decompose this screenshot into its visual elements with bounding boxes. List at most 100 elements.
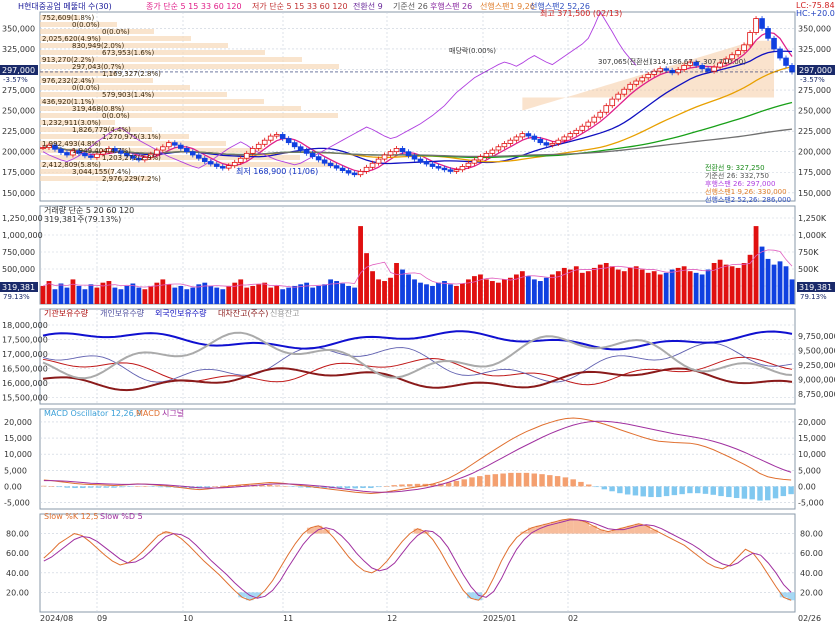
price-ytick-left: 325,000: [2, 45, 35, 54]
volume-bar: [166, 284, 172, 304]
candle: [651, 70, 657, 75]
chart-canvas[interactable]: H현대중공업 메뚤대 수(30) 종가 단순 5 15 33 60 120 저가…: [0, 0, 835, 623]
candle: [507, 139, 514, 144]
volume-bar: [124, 285, 130, 304]
volume-bar: [388, 277, 393, 304]
macd-osc-bar: [702, 486, 709, 494]
macd-osc-bar: [399, 484, 405, 487]
macd-osc-bar: [461, 479, 467, 487]
volume-bar: [436, 282, 441, 304]
candle: [357, 171, 364, 176]
volume-ytick-right: 1,000K: [798, 231, 827, 240]
macd-osc-bar: [679, 486, 685, 495]
volume-bar: [94, 287, 100, 304]
macd-osc-bar: [718, 486, 724, 497]
candle: [465, 162, 472, 167]
flow-ytick-right: 9,500,000: [798, 347, 835, 356]
flow-frame: [39, 308, 796, 405]
volume-bar: [549, 274, 555, 304]
candle: [525, 133, 532, 137]
price-ytick-right: 200,000: [798, 148, 831, 157]
ichimoku-value-label: 선행스팬2 52,26: 286,000: [705, 195, 791, 204]
volume-bar: [633, 266, 639, 304]
candle: [759, 18, 765, 29]
conversion-value-label: 307,065(전환선): [598, 57, 652, 66]
candle: [567, 133, 574, 138]
macd-osc-bar: [749, 486, 755, 500]
macd-ytick-right: 20,000: [798, 418, 826, 427]
volume-bar: [591, 267, 597, 304]
supply-level-label: 0(0.0%): [72, 21, 100, 29]
volume-bar: [783, 266, 789, 304]
candle: [297, 146, 304, 151]
macd-osc-bar: [780, 486, 787, 497]
volume-bar: [58, 283, 64, 304]
volume-bar: [579, 272, 585, 304]
volume-bar: [130, 283, 136, 304]
volume-bar: [142, 289, 148, 304]
candle: [363, 166, 370, 172]
candle: [279, 134, 286, 139]
volume-bar: [687, 271, 693, 304]
candle: [285, 138, 292, 144]
macd-legend-macd: MACD: [136, 409, 160, 418]
candle: [249, 148, 256, 154]
overbought-fill: [650, 529, 658, 534]
volume-bar: [490, 281, 495, 304]
volume-ytick-left: 500,000: [2, 265, 35, 274]
macd-osc-bar: [220, 485, 226, 487]
macd-osc-bar: [41, 485, 47, 487]
candle: [735, 50, 741, 56]
volume-bar: [250, 285, 256, 304]
volume-bar: [717, 259, 723, 304]
macd-osc-bar: [733, 486, 740, 499]
ex-rights-label: 매당락(0.00%): [449, 46, 496, 55]
volume-bar: [657, 274, 663, 304]
candle: [459, 166, 466, 171]
candle: [225, 165, 232, 169]
volume-bar: [82, 289, 88, 304]
volume-bar: [346, 285, 351, 304]
macd-osc-bar: [111, 486, 117, 488]
macd-osc-bar: [741, 486, 748, 499]
macd-ytick-right: -5,000: [798, 499, 824, 508]
volume-bar: [525, 276, 531, 304]
volume-value-right: 319,381: [799, 283, 832, 292]
candle: [495, 146, 502, 151]
macd-ytick-right: 10,000: [798, 450, 826, 459]
volume-bar: [454, 285, 459, 304]
candle: [681, 65, 687, 70]
volume-bar: [663, 272, 669, 304]
stoch-ytick-right: 60.00: [800, 549, 823, 558]
price-ytick-left: 175,000: [2, 168, 35, 177]
price-ytick-left: 275,000: [2, 86, 35, 95]
volume-bar: [226, 285, 232, 304]
macd-osc-bar: [453, 480, 460, 487]
x-axis-label: 09: [97, 614, 107, 623]
volume-bar: [561, 267, 567, 304]
volume-bar: [88, 284, 94, 304]
ichimoku-value-label: 기준선 26: 332,750: [705, 171, 769, 180]
volume-bar: [64, 287, 70, 304]
supply-bar: [40, 85, 190, 90]
supply-level-label: 673,953(1.6%): [102, 49, 154, 57]
volume-ytick-left: 750,000: [2, 248, 35, 257]
volume-bar: [148, 285, 154, 304]
supply-level-label: 579,903(1.4%): [102, 91, 154, 99]
candle: [639, 77, 645, 82]
volume-bar: [322, 284, 328, 304]
price-legend-low-ma: 저가 단순 5 15 33 60 120: [252, 1, 348, 11]
candle: [88, 155, 94, 158]
candle: [585, 121, 592, 127]
volume-bar: [448, 284, 453, 304]
volume-bar: [765, 258, 771, 304]
volume-bar: [406, 274, 411, 304]
stoch-ytick-right: 20.00: [800, 588, 823, 597]
volume-bar: [292, 285, 298, 304]
hc-readout: HC:+20.05: [796, 9, 835, 18]
candle: [213, 163, 220, 167]
macd-osc-bar: [788, 486, 794, 495]
macd-osc-bar: [298, 486, 304, 488]
x-axis-label: 02: [568, 614, 578, 623]
macd-osc-bar: [547, 475, 553, 487]
